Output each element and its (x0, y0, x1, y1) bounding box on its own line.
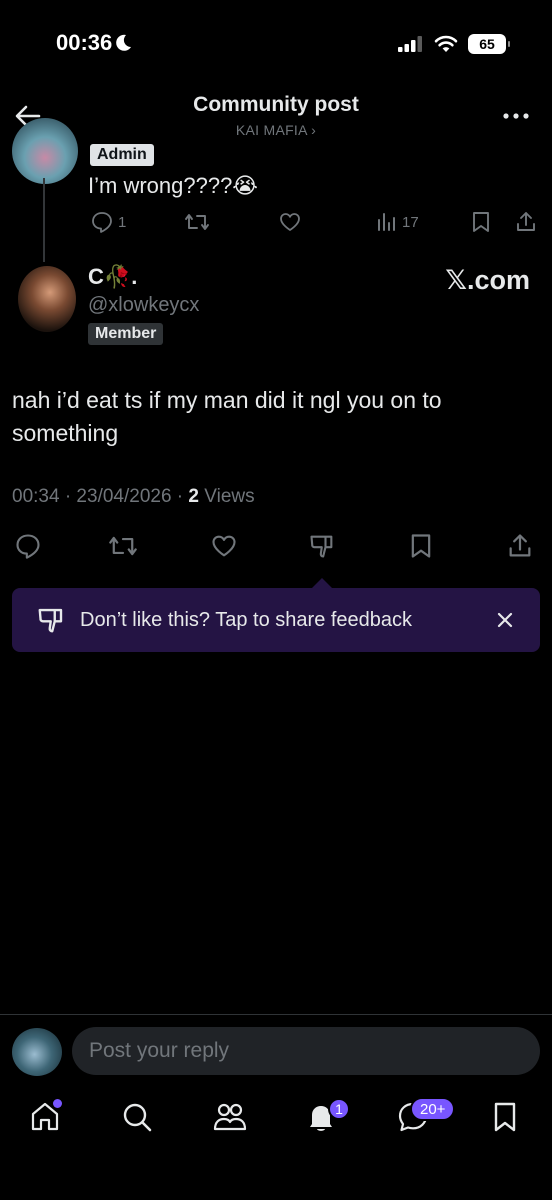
communities-icon (213, 1103, 247, 1131)
community-link[interactable]: KAI MAFIA › (0, 122, 552, 138)
comment-icon (16, 534, 40, 559)
close-banner-button[interactable] (494, 609, 516, 631)
status-time: 00:36 (56, 30, 132, 56)
close-icon (497, 612, 513, 628)
battery-indicator: 65 (468, 34, 510, 54)
timestamp: 00:34 · 23/04/2026 · (12, 486, 189, 507)
like-button[interactable] (278, 210, 302, 234)
repost-button[interactable] (184, 210, 210, 234)
status-indicators: 65 (398, 34, 510, 54)
thumbs-down-icon (38, 608, 63, 633)
tab-bookmarks[interactable] (488, 1100, 524, 1136)
messages-badge: 20+ (410, 1097, 456, 1121)
home-unread-dot (53, 1099, 62, 1108)
bookmark-button[interactable] (470, 210, 492, 234)
post-meta: 00:34 · 23/04/2026 · 2 Views (12, 486, 255, 508)
post-actions (0, 530, 552, 562)
x-watermark: 𝕏.com (445, 265, 530, 295)
bookmark-button[interactable] (408, 532, 434, 560)
feedback-text: Don’t like this? Tap to share feedback (80, 608, 413, 631)
admin-badge: Admin (90, 144, 154, 166)
views-label: Views (199, 486, 255, 507)
moon-icon (116, 34, 132, 51)
avatar[interactable] (18, 266, 76, 332)
divider (0, 1014, 552, 1015)
member-badge: Member (88, 323, 164, 345)
views-button[interactable]: 17 (376, 210, 419, 234)
notifications-badge: 1 (328, 1098, 350, 1120)
share-button[interactable] (514, 210, 538, 234)
reply-input[interactable] (72, 1027, 540, 1075)
reply-button[interactable]: 1 (90, 210, 126, 234)
share-button[interactable] (506, 532, 534, 560)
wifi-icon (434, 35, 458, 52)
view-count: 17 (402, 213, 419, 231)
more-horizontal-icon (503, 113, 529, 119)
thumbs-down-icon (310, 535, 333, 558)
comment-icon (92, 212, 112, 233)
avatar[interactable] (12, 118, 78, 184)
heart-icon (212, 535, 236, 557)
display-name[interactable]: C🥀. (88, 264, 137, 290)
like-button[interactable] (210, 532, 238, 560)
thread-connector (43, 178, 45, 262)
bookmark-icon (473, 212, 489, 232)
feedback-banner[interactable]: Don’t like this? Tap to share feedback (12, 588, 540, 652)
tab-communities[interactable] (212, 1100, 248, 1136)
search-icon (123, 1103, 152, 1132)
post-text: nah i’d eat ts if my man did it ngl you … (12, 387, 442, 446)
avatar (12, 1028, 62, 1076)
more-options-button[interactable] (502, 104, 530, 128)
dislike-button[interactable] (308, 532, 336, 560)
reply-count: 1 (118, 213, 127, 231)
share-icon (517, 212, 535, 231)
repost-button[interactable] (108, 532, 138, 560)
cellular-signal-icon (398, 36, 422, 52)
post-actions: 1 17 (88, 208, 540, 236)
share-icon (509, 534, 531, 557)
bookmark-icon (411, 534, 431, 558)
repost-icon (185, 214, 209, 230)
page-title: Community post (193, 93, 359, 116)
analytics-icon (378, 213, 395, 231)
post-text: I’m wrong????😭 (88, 173, 259, 198)
reply-button[interactable] (14, 532, 42, 560)
bookmark-icon (494, 1102, 516, 1132)
repost-icon (109, 536, 137, 556)
user-handle[interactable]: @xlowkeycx (88, 294, 199, 317)
heart-icon (280, 213, 300, 231)
views-count: 2 (188, 486, 199, 507)
tab-search[interactable] (120, 1100, 156, 1136)
